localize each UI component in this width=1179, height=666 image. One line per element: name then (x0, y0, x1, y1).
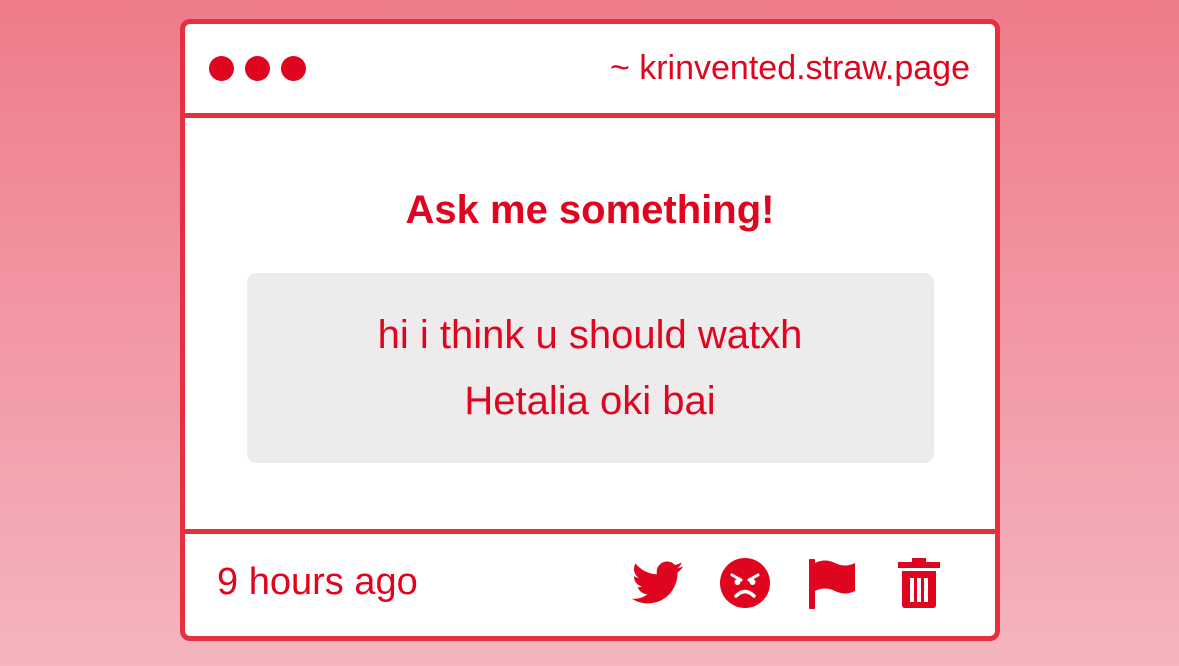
site-url[interactable]: ~ krinvented.straw.page (610, 49, 970, 88)
footer-bar: 9 hours ago (185, 534, 995, 631)
window-controls (209, 56, 306, 81)
block-sender-button[interactable] (719, 557, 771, 609)
question-line: Hetalia oki bai (464, 379, 716, 423)
main-content: Ask me something! hi i think u should wa… (185, 118, 995, 534)
action-toolbar (632, 557, 945, 609)
twitter-icon (632, 561, 684, 603)
trash-icon (898, 557, 940, 608)
delete-button[interactable] (893, 557, 945, 609)
window-dot-icon[interactable] (209, 56, 234, 81)
share-twitter-button[interactable] (632, 557, 684, 609)
title-bar: ~ krinvented.straw.page (185, 24, 995, 118)
report-button[interactable] (806, 557, 858, 609)
question-box: hi i think u should watxh Hetalia oki ba… (246, 273, 934, 463)
window-dot-icon[interactable] (281, 56, 306, 81)
window-dot-icon[interactable] (245, 56, 270, 81)
page-title: Ask me something! (405, 188, 775, 232)
app-window: ~ krinvented.straw.page Ask me something… (180, 19, 1000, 641)
angry-face-icon (720, 557, 770, 608)
timestamp: 9 hours ago (217, 561, 418, 603)
flag-icon (809, 558, 855, 609)
question-line: hi i think u should watxh (377, 313, 803, 357)
